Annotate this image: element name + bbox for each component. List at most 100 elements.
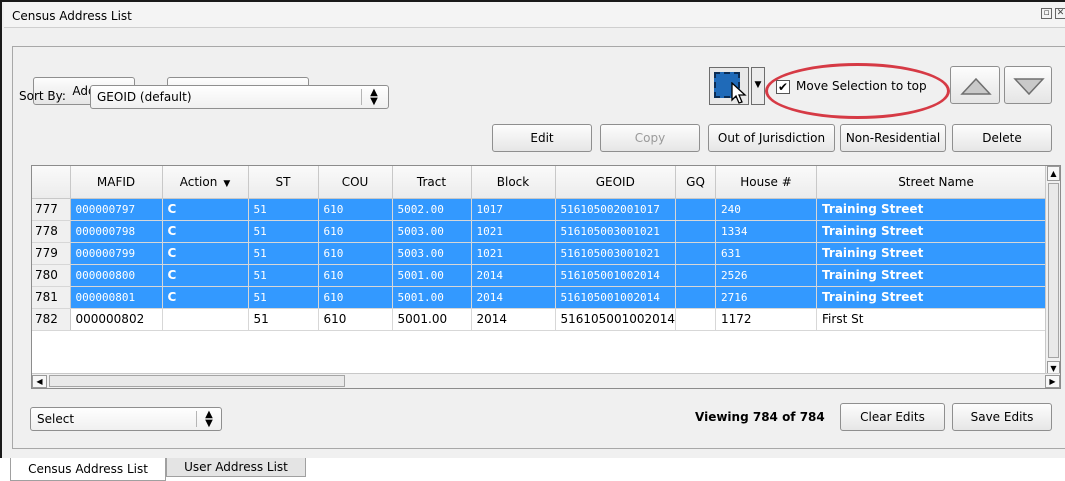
vertical-scroll-thumb[interactable] [1048,183,1059,358]
table-cell[interactable]: C [162,220,249,243]
table-row[interactable]: 778 000000798 C 51 610 5003.00 1021 51610500300… [32,220,1057,243]
table-cell[interactable]: 610 [318,308,393,331]
delete-button[interactable]: Delete [952,124,1052,152]
table-cell[interactable]: Training Street [816,264,1057,287]
table-cell[interactable] [162,308,249,331]
table-cell[interactable]: 1017 [471,198,556,221]
horizontal-scrollbar[interactable]: ◀ ▶ [32,373,1060,388]
table-cell[interactable]: 2526 [715,264,818,287]
column-header[interactable]: MAFID [70,166,163,199]
table-cell[interactable]: 5001.00 [392,264,472,287]
table-cell[interactable]: Training Street [816,220,1057,243]
table-cell[interactable] [675,198,717,221]
table-cell[interactable] [675,308,717,331]
column-header[interactable]: COU [318,166,393,199]
table-cell[interactable]: 516105001002014 [555,264,677,287]
table-cell[interactable]: 000000798 [70,220,163,243]
table-cell[interactable]: 516105001002014 [555,308,677,331]
table-cell[interactable]: 610 [318,286,393,309]
restore-icon[interactable]: ▫ [1041,8,1052,19]
table-cell[interactable]: 51 [248,286,319,309]
row-number[interactable]: 782 [32,308,71,331]
column-header[interactable]: GEOID [555,166,677,199]
table-cell[interactable]: 000000799 [70,242,163,265]
table-cell[interactable]: 516105003001021 [555,242,677,265]
table-cell[interactable]: 240 [715,198,818,221]
table-cell[interactable]: 610 [318,198,393,221]
table-cell[interactable]: 000000800 [70,264,163,287]
table-cell[interactable] [675,264,717,287]
table-cell[interactable]: 2014 [471,264,556,287]
row-number[interactable]: 779 [32,242,71,265]
table-cell[interactable]: 51 [248,220,319,243]
table-cell[interactable]: 5002.00 [392,198,472,221]
table-cell[interactable]: C [162,286,249,309]
row-number[interactable]: 777 [32,198,71,221]
table-cell[interactable]: 631 [715,242,818,265]
table-cell[interactable]: 2716 [715,286,818,309]
non-residential-button[interactable]: Non-Residential [840,124,946,152]
table-cell[interactable]: Training Street [816,242,1057,265]
table-cell[interactable]: 51 [248,264,319,287]
table-cell[interactable]: 516105001002014 [555,286,677,309]
move-up-button[interactable] [950,66,1000,104]
table-cell[interactable]: 610 [318,242,393,265]
column-header[interactable]: Tract [392,166,472,199]
sort-by-select[interactable]: GEOID (default) ▲ ▼ [90,85,389,109]
table-cell[interactable]: 1172 [715,308,818,331]
vertical-scrollbar[interactable]: ▲ ▼ [1045,166,1060,376]
table-cell[interactable]: 516105002001017 [555,198,677,221]
horizontal-scroll-thumb[interactable] [49,375,345,387]
table-cell[interactable]: 000000802 [70,308,163,331]
table-cell[interactable]: 5003.00 [392,242,472,265]
table-row[interactable]: 779 000000799 C 51 610 5003.00 1021 51610500300… [32,242,1057,265]
table-cell[interactable] [675,242,717,265]
column-header[interactable]: House # [715,166,818,199]
select-tool-dropdown[interactable]: ▼ [751,67,765,105]
column-header[interactable]: GQ [675,166,717,199]
close-icon[interactable]: ✕ [1055,8,1065,19]
select-dropdown[interactable]: Select ▲ ▼ [30,407,222,431]
edit-button[interactable]: Edit [492,124,592,152]
table-cell[interactable]: C [162,198,249,221]
table-cell[interactable]: 51 [248,242,319,265]
move-down-button[interactable] [1004,66,1052,104]
out-of-jurisdiction-button[interactable]: Out of Jurisdiction [708,124,835,152]
row-number[interactable]: 778 [32,220,71,243]
table-cell[interactable]: Training Street [816,198,1057,221]
column-header[interactable]: Street Name [816,166,1057,199]
save-edits-button[interactable]: Save Edits [952,403,1052,431]
table-cell[interactable] [675,220,717,243]
table-cell[interactable]: 51 [248,198,319,221]
table-cell[interactable]: 2014 [471,308,556,331]
select-features-button[interactable] [709,67,749,105]
table-row[interactable]: 780 000000800 C 51 610 5001.00 2014 51610500100… [32,264,1057,287]
row-number[interactable]: 781 [32,286,71,309]
table-cell[interactable]: Training Street [816,286,1057,309]
table-cell[interactable] [675,286,717,309]
table-row[interactable]: 777 000000797 C 51 610 5002.00 1017 51610500200… [32,198,1057,221]
tab-census-address-list[interactable]: Census Address List [10,458,166,481]
table-cell[interactable]: 51 [248,308,319,331]
row-number[interactable]: 780 [32,264,71,287]
table-cell[interactable]: 5001.00 [392,308,472,331]
copy-button[interactable]: Copy [600,124,700,152]
table-cell[interactable]: 1334 [715,220,818,243]
table-cell[interactable]: 000000797 [70,198,163,221]
table-cell[interactable]: C [162,264,249,287]
table-cell[interactable]: 2014 [471,286,556,309]
table-cell[interactable]: First St [816,308,1057,331]
column-header-action[interactable]: Action ▼ [162,166,249,199]
column-header[interactable]: ST [248,166,319,199]
table-cell[interactable]: 516105003001021 [555,220,677,243]
table-cell[interactable]: 1021 [471,242,556,265]
table-cell[interactable]: 610 [318,264,393,287]
table-row[interactable]: 781 000000801 C 51 610 5001.00 2014 51610500100… [32,286,1057,309]
tab-user-address-list[interactable]: User Address List [166,458,306,477]
table-cell[interactable]: 1021 [471,220,556,243]
table-cell[interactable]: C [162,242,249,265]
column-header[interactable]: Block [471,166,556,199]
table-cell[interactable]: 5001.00 [392,286,472,309]
table-cell[interactable]: 5003.00 [392,220,472,243]
clear-edits-button[interactable]: Clear Edits [840,403,945,431]
